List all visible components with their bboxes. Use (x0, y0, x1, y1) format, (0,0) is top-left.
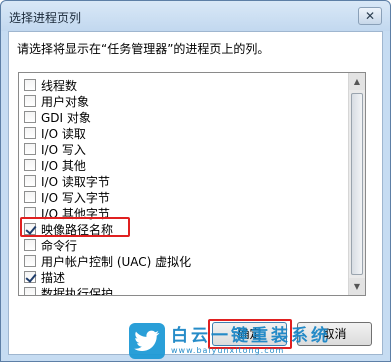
list-item-label: GDI 对象 (41, 110, 91, 125)
watermark-url: www.baiyunxitong.com (171, 346, 285, 355)
list-item-label: 用户帐户控制 (UAC) 虚拟化 (41, 254, 192, 269)
checkbox[interactable] (24, 111, 36, 123)
list-item-io-other[interactable]: I/O 其他 (24, 157, 86, 173)
dialog-body: 请选择将显示在“任务管理器”的进程页上的列。 线程数 用户对象 GDI 对象 I (8, 31, 383, 355)
scroll-down-icon[interactable]: ▼ (349, 278, 365, 295)
checkbox-checked[interactable] (24, 271, 36, 283)
list-item-io-read-bytes[interactable]: I/O 读取字节 (24, 173, 110, 189)
list-item-label: 描述 (41, 270, 66, 285)
list-item-label: 线程数 (41, 78, 78, 93)
columns-list: 线程数 用户对象 GDI 对象 I/O 读取 I/O 写入 I/O 其他 I/O… (19, 73, 349, 295)
checkbox[interactable] (24, 255, 36, 267)
columns-listbox[interactable]: 线程数 用户对象 GDI 对象 I/O 读取 I/O 写入 I/O 其他 I/O… (18, 72, 366, 296)
checkbox[interactable] (24, 79, 36, 91)
window-title: 选择进程页列 (9, 11, 82, 25)
checkbox[interactable] (24, 191, 36, 203)
vertical-scrollbar[interactable]: ▲ ▼ (348, 73, 365, 295)
watermark-text: 白云一键重装系统 www.baiyunxitong.com (171, 326, 331, 356)
close-icon: ✕ (364, 9, 376, 23)
list-item-gdi-objects[interactable]: GDI 对象 (24, 109, 91, 125)
title-bar[interactable]: 选择进程页列 ✕ (1, 1, 390, 31)
list-item-thread-count[interactable]: 线程数 (24, 77, 77, 93)
close-button[interactable]: ✕ (358, 7, 382, 25)
list-item-label: I/O 读取字节 (41, 174, 110, 189)
list-item-command-line[interactable]: 命令行 (24, 237, 77, 253)
list-item-io-reads[interactable]: I/O 读取 (24, 125, 86, 141)
list-item-label: 用户对象 (41, 94, 90, 109)
checkbox[interactable] (24, 127, 36, 139)
list-item-label: I/O 写入字节 (41, 190, 110, 205)
scroll-thumb[interactable] (351, 93, 363, 275)
scroll-up-icon[interactable]: ▲ (349, 73, 365, 90)
checkbox[interactable] (24, 95, 36, 107)
checkbox[interactable] (24, 175, 36, 187)
list-item-label: 命令行 (41, 238, 78, 253)
dialog-window: 选择进程页列 ✕ 请选择将显示在“任务管理器”的进程页上的列。 线程数 用户对象… (0, 0, 391, 362)
checkbox[interactable] (24, 143, 36, 155)
watermark-brand: 白云一键重装系统 (171, 326, 331, 346)
list-item-io-write-bytes[interactable]: I/O 写入字节 (24, 189, 110, 205)
list-item-description[interactable]: 描述 (24, 269, 65, 285)
checkbox[interactable] (24, 239, 36, 251)
watermark: 白云一键重装系统 www.baiyunxitong.com (129, 319, 391, 362)
list-item-label: I/O 其他 (41, 158, 86, 173)
list-item-label: 数据执行保护 (41, 286, 114, 296)
list-item-uac-virtualization[interactable]: 用户帐户控制 (UAC) 虚拟化 (24, 253, 191, 269)
list-item-dep[interactable]: 数据执行保护 (24, 285, 114, 296)
checkbox[interactable] (24, 159, 36, 171)
list-item-user-objects[interactable]: 用户对象 (24, 93, 89, 109)
highlight-annotation-image-path (20, 217, 130, 237)
instruction-text: 请选择将显示在“任务管理器”的进程页上的列。 (17, 42, 270, 56)
list-item-label: I/O 写入 (41, 142, 86, 157)
list-item-io-writes[interactable]: I/O 写入 (24, 141, 86, 157)
twitter-bird-icon (129, 323, 165, 359)
checkbox[interactable] (24, 287, 36, 295)
list-item-label: I/O 读取 (41, 126, 86, 141)
